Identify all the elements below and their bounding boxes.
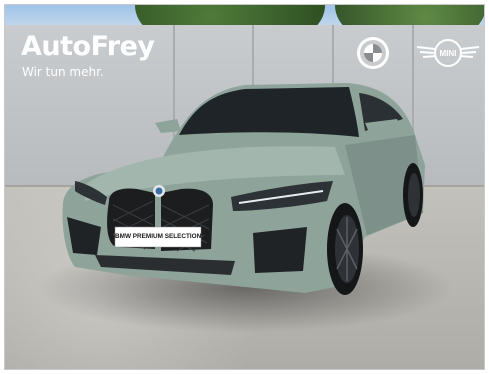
bmw-i4-car <box>62 83 425 295</box>
car-photo: AutoFrey Wir tun mehr. MINI BMW PREMIUM … <box>4 4 485 370</box>
dealer-plate: BMW PREMIUM SELECTION <box>115 233 202 240</box>
